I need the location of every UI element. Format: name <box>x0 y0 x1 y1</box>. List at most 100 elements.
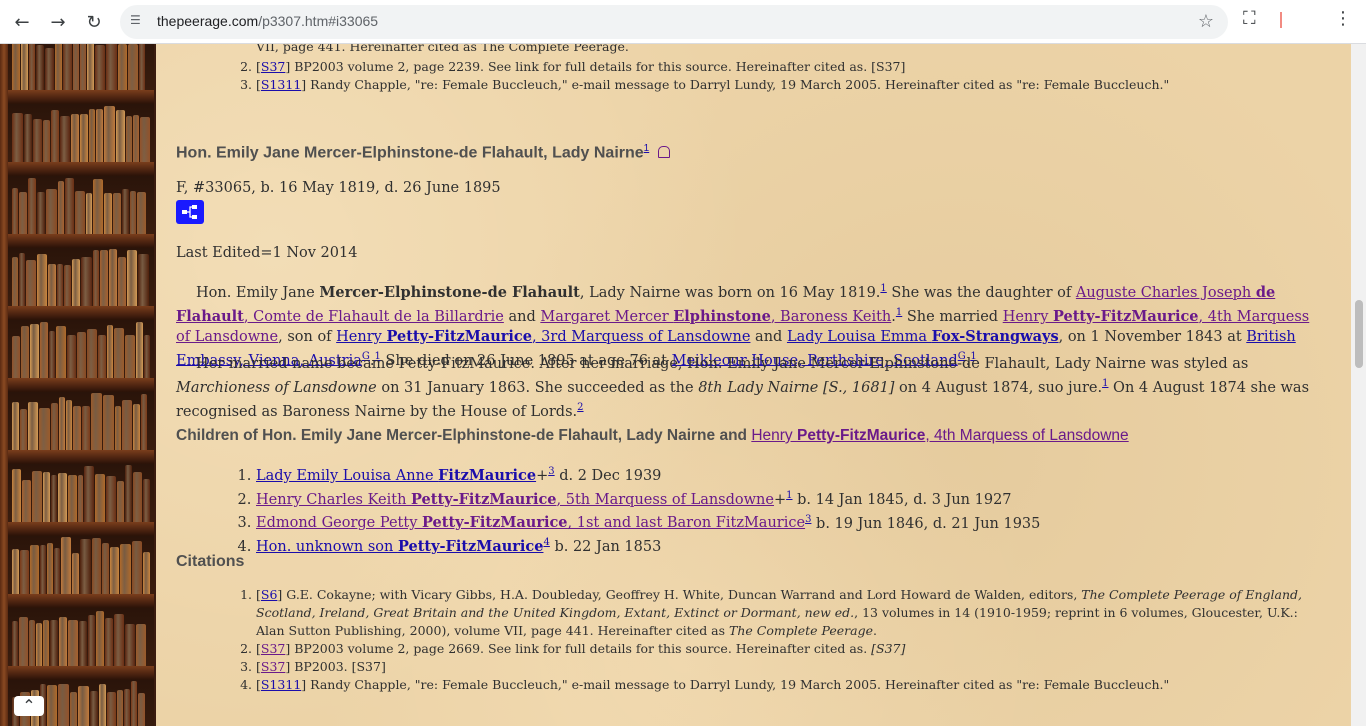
book-spine <box>131 680 137 726</box>
child-link[interactable]: Lady Emily Louisa Anne FitzMaurice <box>256 467 536 484</box>
citation-item: [S1311] Randy Chapple, "re: Female Buccl… <box>256 676 1326 694</box>
bio-text: Her married name became Petty-FitzMauric… <box>196 356 1249 372</box>
bookshelf <box>0 464 154 536</box>
child-link[interactable]: Edmond George Petty Petty-FitzMaurice, 1… <box>256 514 805 532</box>
book-spine <box>115 110 126 162</box>
book-spine <box>80 44 86 90</box>
citation-item: [S6] G.E. Cokayne; with Vicary Gibbs, H.… <box>256 586 1326 640</box>
shelf-books <box>8 464 154 522</box>
book-spine <box>58 472 68 522</box>
puzzle-icon[interactable]: ⛶ <box>1243 8 1256 29</box>
book-spine <box>48 331 55 378</box>
arrow-left-icon: ← <box>14 11 30 33</box>
shelf-post <box>0 464 8 536</box>
book-spine <box>90 691 98 726</box>
book-spine <box>99 684 106 726</box>
bio-peerage-title: 8th Lady Nairne [S., 1681] <box>698 379 895 396</box>
book-spine <box>29 44 35 90</box>
url-text[interactable]: thepeerage.com/p3307.htm#i33065 <box>157 13 378 29</box>
shelf-post <box>0 104 8 176</box>
child-surname: Petty-FitzMaurice <box>397 538 544 556</box>
url-path: /p3307.htm#i33065 <box>258 13 379 29</box>
book-spine <box>124 688 130 726</box>
citation-link[interactable]: S1311 <box>261 77 301 92</box>
back-button[interactable]: ← <box>8 8 36 36</box>
url-host: thepeerage.com <box>157 13 259 29</box>
child-dates: b. 19 Jun 1846, d. 21 Jun 1935 <box>811 515 1041 532</box>
child-given: Hon. unknown son <box>256 539 398 556</box>
book-spine <box>110 547 119 594</box>
book-spine <box>77 475 84 522</box>
reload-button[interactable]: ↻ <box>80 8 108 36</box>
profile-indicator[interactable] <box>1280 12 1282 28</box>
citation-link[interactable]: S6 <box>261 587 278 602</box>
address-bar[interactable]: ☰ thepeerage.com/p3307.htm#i33065 ☆ <box>120 5 1228 39</box>
book-spine <box>71 113 80 162</box>
book-spine <box>135 322 144 378</box>
citation-link[interactable]: S37 <box>261 59 285 74</box>
vertical-scrollbar[interactable] <box>1351 44 1366 726</box>
book-spine <box>81 256 92 306</box>
print-icon[interactable] <box>657 146 670 159</box>
husband-mother-link[interactable]: Lady Louisa Emma Fox-Strangways <box>787 328 1059 345</box>
citation-link[interactable]: S37 <box>261 641 285 656</box>
book-spine <box>64 265 71 306</box>
bio-paragraph-2: Her married name became Petty-FitzMauric… <box>176 355 1326 422</box>
citation-link[interactable]: S37 <box>261 659 285 674</box>
star-icon[interactable]: ☆ <box>1198 11 1214 32</box>
bookshelf <box>0 608 154 680</box>
book-spine <box>104 105 115 162</box>
forward-button[interactable]: → <box>44 8 72 36</box>
book-spine <box>88 108 96 162</box>
bio-text: , Lady Nairne was born on 16 May 1819. <box>579 284 881 301</box>
citation-title: [S37] <box>871 641 906 656</box>
book-spine <box>12 469 22 522</box>
bio-text: , son of <box>278 328 337 345</box>
shelf-books <box>8 320 154 378</box>
kebab-menu-icon[interactable]: ⋮ <box>1334 8 1352 29</box>
book-spine <box>55 44 62 90</box>
book-spine <box>106 324 114 378</box>
book-spine <box>143 551 150 594</box>
child-surname: Petty-FitzMaurice <box>422 514 568 532</box>
bio-text: Hon. Emily Jane <box>196 284 320 301</box>
title-footnote-link[interactable]: 1 <box>644 143 650 154</box>
father-title: , Comte de Flahault de la Billardrie <box>243 308 504 325</box>
child-link[interactable]: Henry Charles Keith Petty-FitzMaurice, 5… <box>256 491 774 508</box>
book-spine <box>22 479 31 522</box>
citation-text: Randy Chapple, "re: Female Buccleuch," e… <box>306 677 1170 692</box>
footnote-link[interactable]: 2 <box>577 402 583 413</box>
book-spine <box>136 624 146 666</box>
book-spine <box>23 114 33 162</box>
book-spine <box>105 618 113 666</box>
book-spine <box>20 549 29 594</box>
father-given: Auguste Charles Joseph <box>1075 284 1256 301</box>
book-spine <box>122 399 132 450</box>
shelf-board <box>8 378 154 392</box>
husband-father-link[interactable]: Henry Petty-FitzMaurice, 3rd Marquess of… <box>336 328 750 345</box>
mother-link[interactable]: Margaret Mercer Elphinstone, Baroness Ke… <box>540 308 891 325</box>
citation-item: [S1311] Randy Chapple, "re: Female Buccl… <box>256 76 1169 94</box>
children-heading-link[interactable]: Henry Petty-FitzMaurice, 4th Marquess of… <box>751 427 1128 444</box>
child-item: Henry Charles Keith Petty-FitzMaurice, 5… <box>256 486 1040 510</box>
child-link[interactable]: Hon. unknown son Petty-FitzMaurice <box>256 538 544 556</box>
book-spine <box>96 108 103 162</box>
book-spine <box>100 249 108 306</box>
book-spine <box>59 616 67 666</box>
book-spine <box>58 181 64 234</box>
shelf-board <box>8 450 154 464</box>
book-spine <box>144 335 150 378</box>
citation-item: [S37] BP2003 volume 2, page 2669. See li… <box>256 640 1326 658</box>
book-spine <box>20 409 27 450</box>
bookshelf <box>0 392 154 464</box>
book-spine <box>54 548 60 594</box>
tune-icon[interactable]: ☰ <box>130 13 148 31</box>
top-citation-list: VII, page 441. Hereinafter cited as The … <box>176 44 629 56</box>
scrollbar-thumb[interactable] <box>1355 300 1363 368</box>
citation-link[interactable]: S1311 <box>261 677 301 692</box>
shelf-books <box>8 536 154 594</box>
chevron-up-icon[interactable]: ⌃ <box>14 696 44 716</box>
book-spine <box>124 464 133 522</box>
family-tree-button[interactable] <box>176 200 204 224</box>
book-spine <box>105 475 117 522</box>
